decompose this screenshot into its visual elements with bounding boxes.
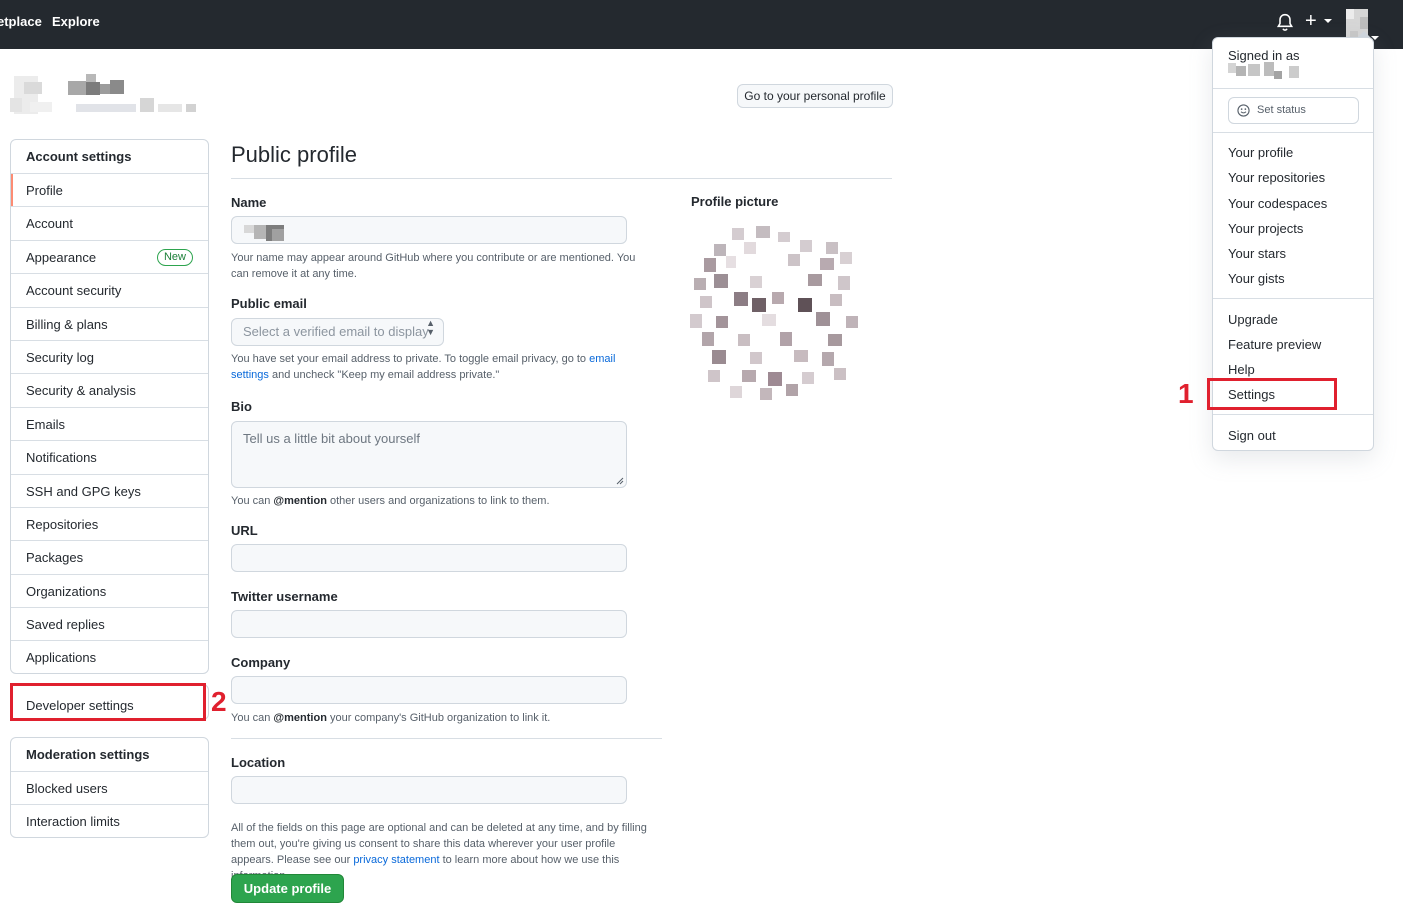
sidebar-item-account-security[interactable]: Account security <box>11 274 208 308</box>
sidebar-item-profile[interactable]: Profile <box>11 174 208 208</box>
sidebar-item-blocked-users[interactable]: Blocked users <box>11 772 208 806</box>
moderation-settings-menu: Moderation settings Blocked users Intera… <box>10 737 209 838</box>
signed-in-as-text: Signed in as <box>1228 48 1300 63</box>
privacy-statement-link[interactable]: privacy statement <box>353 854 439 866</box>
menu-item-your-profile[interactable]: Your profile <box>1228 145 1293 160</box>
annotation-marker-1: 1 <box>1178 378 1194 409</box>
smiley-icon <box>1237 104 1250 117</box>
name-label: Name <box>231 195 267 210</box>
sidebar-item-security-analysis[interactable]: Security & analysis <box>11 374 208 408</box>
bell-icon[interactable] <box>1276 13 1294 33</box>
email-help-text: You have set your email address to priva… <box>231 353 616 381</box>
sidebar-item-ssh-gpg-keys[interactable]: SSH and GPG keys <box>11 475 208 508</box>
url-label: URL <box>231 523 258 538</box>
sidebar-item-billing[interactable]: Billing & plans <box>11 308 208 341</box>
public-email-label: Public email <box>231 296 307 311</box>
dropdown-divider <box>1213 298 1373 299</box>
twitter-label: Twitter username <box>231 589 338 604</box>
sidebar-item-saved-replies[interactable]: Saved replies <box>11 608 208 642</box>
dropdown-divider <box>1213 88 1373 89</box>
bio-textarea[interactable]: Tell us a little bit about yourself <box>231 421 627 488</box>
title-divider <box>231 178 892 179</box>
annotation-highlight-box-1 <box>1207 378 1337 410</box>
top-header: etplace Explore + <box>0 0 1403 49</box>
company-label: Company <box>231 655 291 670</box>
sidebar-item-security-log[interactable]: Security log <box>11 341 208 375</box>
menu-item-your-codespaces[interactable]: Your codespaces <box>1228 196 1327 211</box>
sidebar-item-appearance[interactable]: Appearance New <box>11 241 208 275</box>
form-divider <box>231 738 662 739</box>
twitter-input[interactable] <box>231 610 627 638</box>
page-title: Public profile <box>231 142 357 167</box>
name-input[interactable] <box>231 216 627 244</box>
sidebar-item-emails[interactable]: Emails <box>11 408 208 442</box>
chevron-down-icon[interactable] <box>1324 19 1332 23</box>
sidebar-item-notifications[interactable]: Notifications <box>11 441 208 475</box>
select-arrows-icon: ▲ ▼ <box>426 318 435 337</box>
sidebar-item-packages[interactable]: Packages <box>11 541 208 575</box>
annotation-highlight-box-2 <box>10 683 206 721</box>
nav-explore-link[interactable]: Explore <box>52 14 100 29</box>
company-help-text: You can @mention your company's GitHub o… <box>231 712 551 724</box>
url-input[interactable] <box>231 544 627 572</box>
menu-item-upgrade[interactable]: Upgrade <box>1228 312 1278 327</box>
menu-item-help[interactable]: Help <box>1228 362 1255 377</box>
menu-item-sign-out[interactable]: Sign out <box>1228 428 1276 443</box>
location-input[interactable] <box>231 776 627 804</box>
annotation-marker-2: 2 <box>211 686 227 717</box>
menu-item-your-gists[interactable]: Your gists <box>1228 271 1285 286</box>
sidebar-item-interaction-limits[interactable]: Interaction limits <box>11 805 208 837</box>
account-settings-menu: Account settings Profile Account Appeara… <box>10 139 209 674</box>
nav-marketplace-link[interactable]: etplace <box>0 14 42 29</box>
profile-picture-image[interactable] <box>690 222 862 402</box>
dropdown-divider <box>1213 132 1373 133</box>
location-label: Location <box>231 755 286 770</box>
plus-icon[interactable]: + <box>1305 10 1317 32</box>
go-to-personal-profile-button[interactable]: Go to your personal profile <box>737 84 893 108</box>
name-help-text: Your name may appear around GitHub where… <box>231 252 636 280</box>
account-settings-heading: Account settings <box>11 140 208 174</box>
sidebar-item-repositories[interactable]: Repositories <box>11 508 208 542</box>
menu-item-feature-preview[interactable]: Feature preview <box>1228 337 1321 352</box>
dropdown-divider <box>1213 414 1373 415</box>
sidebar-item-organizations[interactable]: Organizations <box>11 575 208 609</box>
update-profile-button[interactable]: Update profile <box>231 874 344 903</box>
menu-item-your-repositories[interactable]: Your repositories <box>1228 170 1325 185</box>
bio-label: Bio <box>231 399 252 414</box>
new-badge: New <box>156 248 193 266</box>
sidebar-item-applications[interactable]: Applications <box>11 641 208 673</box>
bio-help-text: You can @mention other users and organiz… <box>231 495 550 507</box>
resize-grip-icon[interactable] <box>616 477 624 485</box>
menu-item-your-projects[interactable]: Your projects <box>1228 221 1303 236</box>
profile-picture-label: Profile picture <box>691 194 779 209</box>
menu-item-your-stars[interactable]: Your stars <box>1228 246 1286 261</box>
set-status-button[interactable]: Set status <box>1228 97 1359 124</box>
moderation-settings-heading: Moderation settings <box>11 738 208 772</box>
sidebar-item-account[interactable]: Account <box>11 207 208 241</box>
public-email-select[interactable]: Select a verified email to display ▲ ▼ <box>231 318 444 346</box>
company-input[interactable] <box>231 676 627 704</box>
